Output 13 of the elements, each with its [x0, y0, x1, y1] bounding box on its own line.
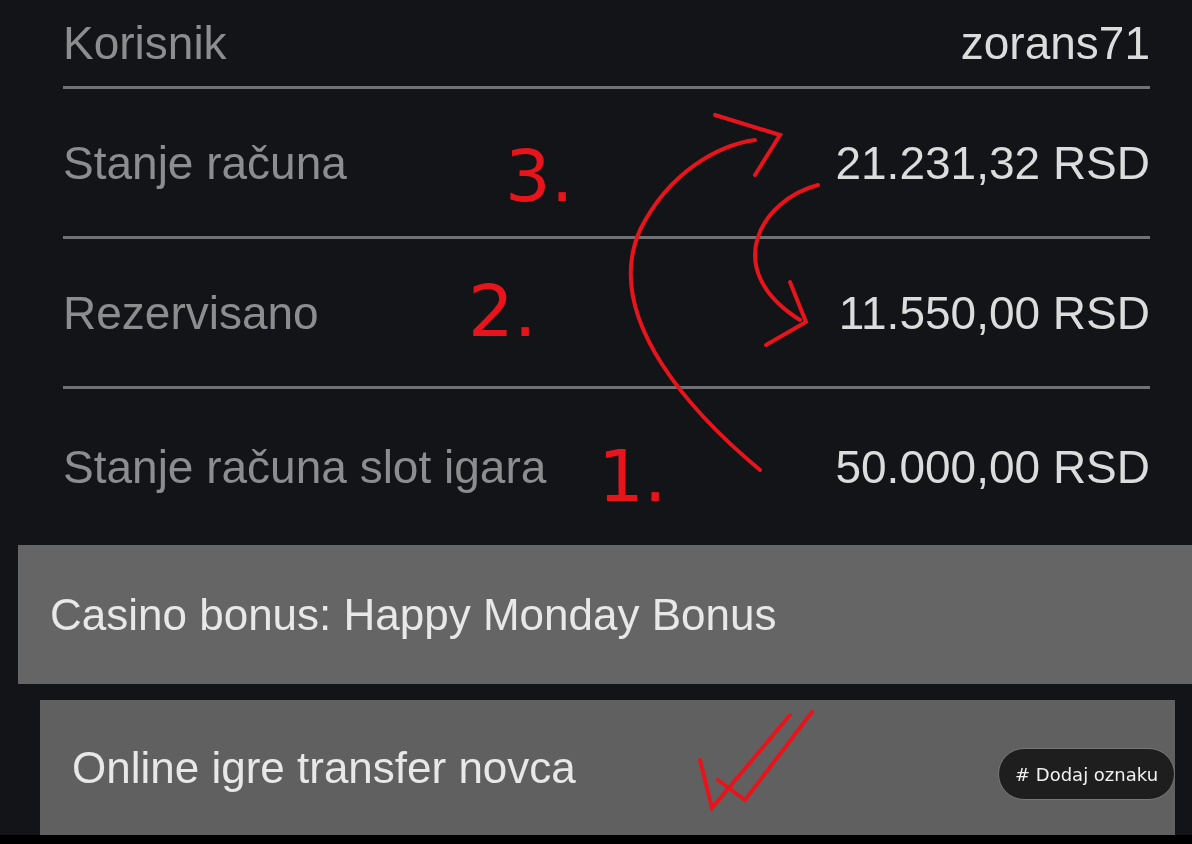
- row-label: Korisnik: [63, 16, 227, 70]
- handwritten-number: 1.: [598, 440, 667, 512]
- row-label: Stanje računa slot igara: [63, 440, 547, 494]
- row-value: 11.550,00 RSD: [838, 285, 1150, 340]
- row-label: Rezervisano: [63, 285, 319, 340]
- row-value: zorans71: [960, 16, 1150, 70]
- handwritten-number: 2.: [468, 275, 537, 347]
- handwritten-number: 3.: [505, 140, 574, 212]
- row-value: 21.231,32 RSD: [835, 135, 1150, 190]
- add-tag-button[interactable]: # Dodaj oznaku: [998, 748, 1176, 800]
- row-label: Stanje računa: [63, 135, 347, 190]
- casino-bonus-bar: Casino bonus: Happy Monday Bonus: [18, 545, 1192, 684]
- row-value: 50.000,00 RSD: [835, 440, 1150, 494]
